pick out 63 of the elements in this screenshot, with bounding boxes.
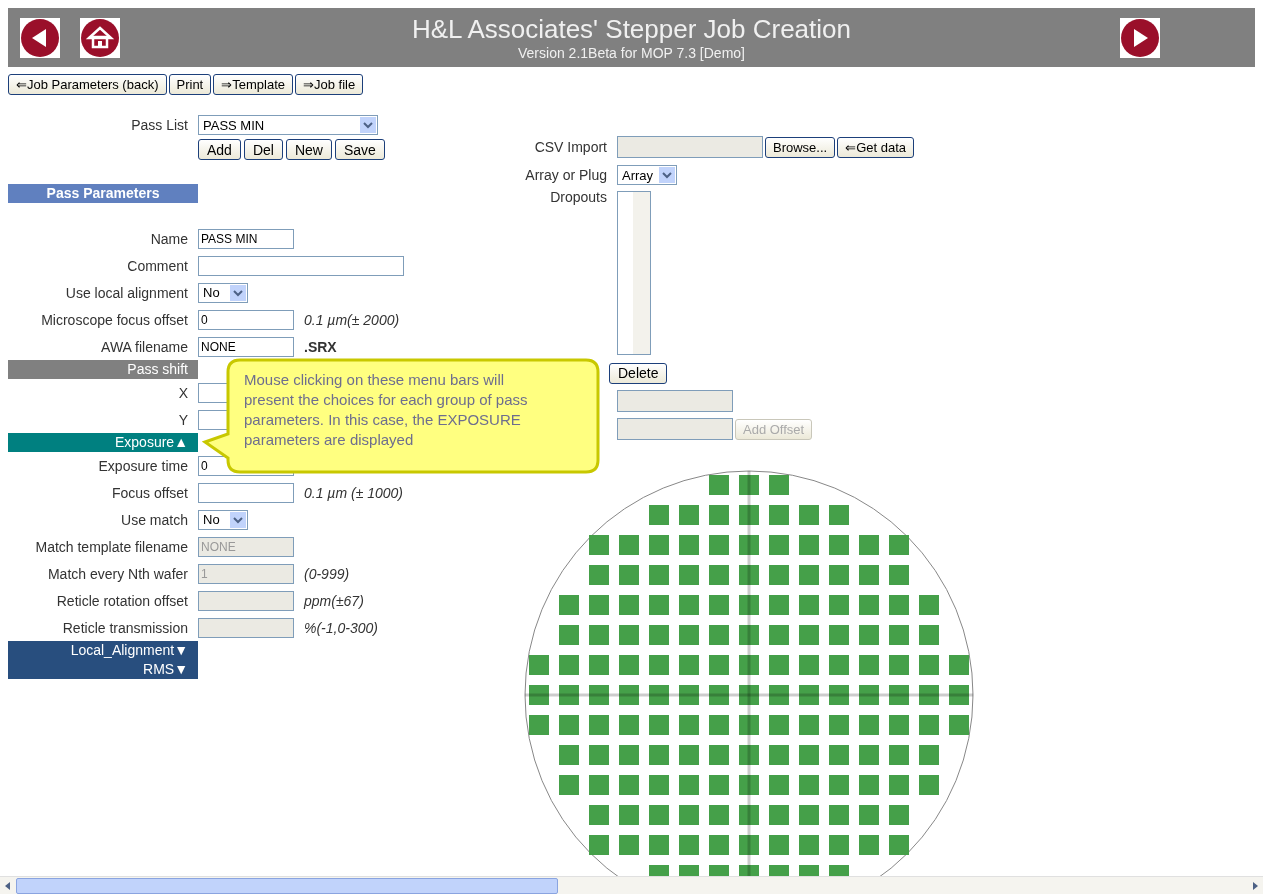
dropdown[interactable]: No bbox=[198, 282, 248, 303]
dropouts-listbox[interactable] bbox=[617, 191, 651, 355]
pass-list-dropdown[interactable]: PASS MIN bbox=[198, 115, 378, 135]
horizontal-scrollbar[interactable] bbox=[0, 876, 1263, 894]
input-field[interactable]: NONE bbox=[198, 336, 294, 357]
home-icon[interactable] bbox=[80, 17, 120, 58]
chevron-down-icon[interactable] bbox=[360, 117, 376, 133]
input-field[interactable] bbox=[198, 382, 228, 403]
field-label: Y bbox=[177, 411, 188, 428]
menu-bar[interactable]: RMS▼ bbox=[8, 660, 198, 679]
field-hint: 0.1 µm(± 2000) bbox=[304, 311, 400, 328]
toolbar-button[interactable]: ⇒Template bbox=[213, 74, 293, 95]
page-title: H&L Associates' Stepper Job Creation bbox=[411, 14, 852, 45]
input-field[interactable] bbox=[198, 482, 294, 503]
delete-button[interactable]: Delete bbox=[609, 362, 668, 384]
import-button[interactable]: ⇐Get data bbox=[837, 136, 915, 158]
field-label: Focus offset bbox=[111, 484, 188, 501]
toolbar-button[interactable]: ⇐Job Parameters (back) bbox=[8, 74, 167, 95]
field-label: Microscope focus offset bbox=[40, 311, 188, 328]
field-label: Comment bbox=[126, 257, 188, 274]
forward-arrow-icon[interactable] bbox=[1120, 17, 1160, 58]
dropdown[interactable]: Array bbox=[617, 165, 677, 185]
field-label: CSV Import bbox=[533, 139, 607, 155]
chevron-down-icon[interactable] bbox=[230, 511, 246, 528]
field-label: Exposure time bbox=[97, 457, 188, 474]
input-field[interactable] bbox=[198, 409, 228, 430]
field-label: Match every Nth wafer bbox=[46, 565, 188, 582]
toolbar-button[interactable]: ⇒Job file bbox=[295, 74, 364, 95]
field-label: Dropouts bbox=[549, 189, 607, 205]
back-arrow-icon[interactable] bbox=[20, 17, 60, 58]
field-label: Use match bbox=[120, 511, 188, 528]
dropdown[interactable]: No bbox=[198, 509, 248, 530]
field-label: Array or Plug bbox=[524, 167, 607, 183]
field-label: Use local alignment bbox=[64, 284, 188, 301]
pass-list-button[interactable]: Del bbox=[243, 139, 283, 160]
field-hint: %(-1,0-300) bbox=[304, 619, 378, 636]
section-heading: Pass Parameters bbox=[8, 184, 198, 203]
field-label: Match template filename bbox=[34, 538, 188, 555]
input-field[interactable]: 0 bbox=[198, 309, 294, 330]
menu-bar[interactable]: Local_Alignment▼ bbox=[8, 641, 198, 660]
import-button[interactable]: Browse... bbox=[765, 136, 836, 158]
toolbar-button[interactable]: Print bbox=[168, 74, 212, 95]
input-field[interactable] bbox=[198, 255, 404, 276]
field-hint: 0.1 µm (± 1000) bbox=[304, 484, 403, 501]
callout-text: Mouse clicking on these menu bars will present the choices for each group of pass parameters. In this case, the EXPOSURE parameters are displayed bbox=[244, 370, 529, 450]
pass-list-button[interactable]: Save bbox=[334, 139, 385, 160]
field-label: Name bbox=[149, 230, 188, 247]
field-label: Reticle transmission bbox=[61, 619, 188, 636]
field-hint: (0-999) bbox=[304, 565, 350, 582]
chevron-down-icon[interactable] bbox=[230, 284, 246, 301]
menu-bar[interactable]: Exposure▲ bbox=[8, 433, 198, 452]
field-label: Pass List bbox=[130, 116, 188, 135]
input-field[interactable]: PASS MIN bbox=[198, 228, 294, 249]
version-subtitle: Version 2.1Beta for MOP 7.3 [Demo] bbox=[517, 45, 746, 61]
field-hint: ppm(±67) bbox=[304, 592, 364, 609]
pass-list-button[interactable]: Add bbox=[198, 139, 241, 160]
chevron-down-icon[interactable] bbox=[659, 167, 675, 183]
pass-list-button[interactable]: New bbox=[285, 139, 332, 160]
field-label: AWA filename bbox=[100, 338, 188, 355]
menu-bar[interactable]: Pass shift bbox=[8, 360, 198, 379]
field-label: Reticle rotation offset bbox=[55, 592, 188, 609]
file-extension: .SRX bbox=[304, 338, 337, 355]
field-label: X bbox=[177, 384, 188, 401]
